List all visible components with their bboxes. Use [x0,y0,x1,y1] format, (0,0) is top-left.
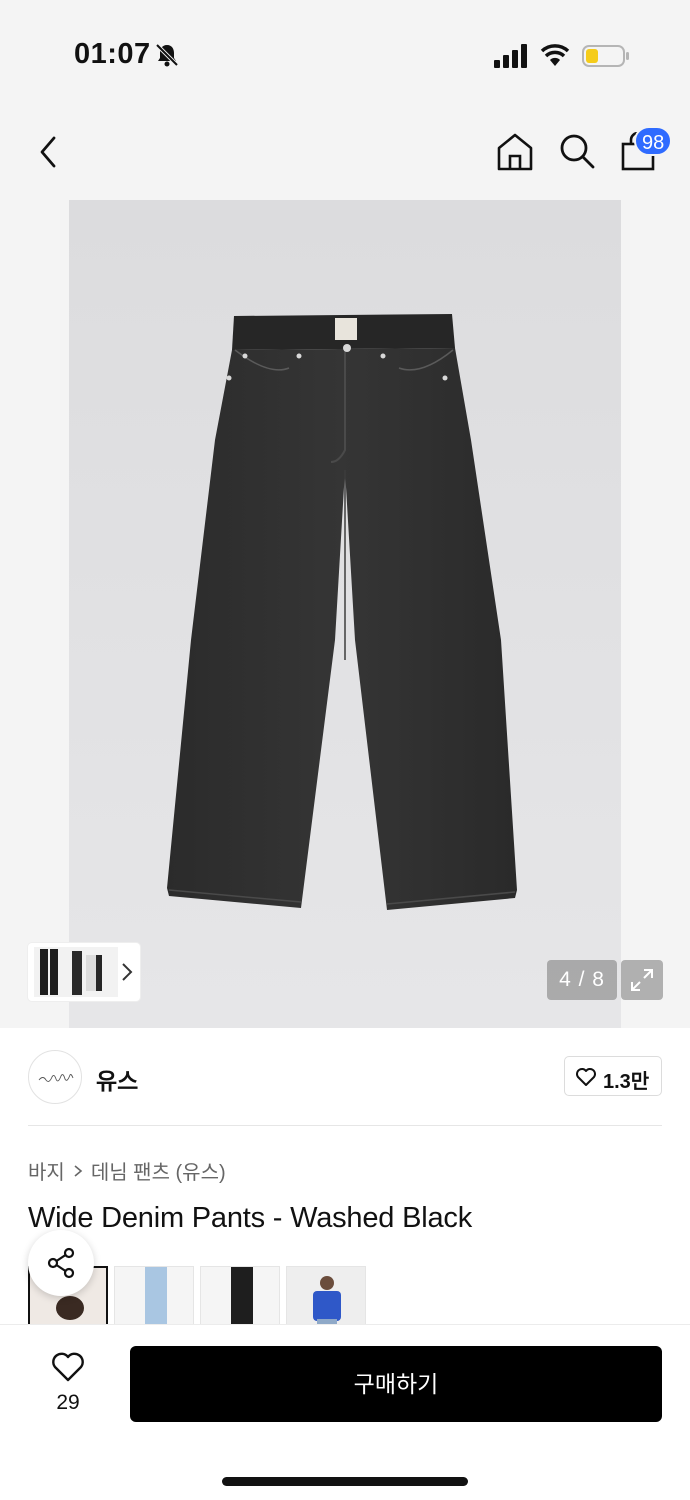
wishlist-count: 29 [56,1391,80,1414]
breadcrumb-subcategory[interactable]: 데님 팬츠 (유스) [91,1156,226,1185]
divider [28,1125,662,1126]
bell-slash-icon [155,43,179,67]
thumbnail-preview-image [34,947,118,997]
variant-image [115,1267,193,1324]
brand-row: 유스 1.3만 [0,1028,690,1126]
product-gallery[interactable]: 4 / 8 [0,200,690,1028]
brand-name[interactable]: 유스 [96,1062,138,1096]
chevron-right-icon [74,1164,83,1177]
gallery-thumbnail-strip[interactable] [28,943,140,1001]
buy-button[interactable]: 구매하기 [130,1346,662,1422]
share-icon [47,1247,75,1279]
cart-badge: 98 [634,126,673,156]
brand-logo-signature [38,1073,74,1082]
bottom-bar: 29 구매하기 [0,1324,690,1500]
share-button[interactable] [28,1230,94,1296]
battery-icon [582,45,629,67]
search-icon[interactable] [558,132,596,170]
variant-thumb-3[interactable] [200,1266,280,1324]
variant-thumb-4[interactable] [286,1266,366,1324]
wishlist-button[interactable]: 29 [40,1349,96,1419]
back-arrow-icon[interactable] [34,134,64,170]
signal-icon [494,44,527,68]
variant-thumb-2[interactable] [114,1266,194,1324]
brand-like-button[interactable]: 1.3만 [564,1056,662,1096]
home-indicator [222,1477,468,1486]
brand-logo[interactable] [28,1050,82,1104]
wifi-icon [540,44,570,66]
nav-header: 98 [0,110,690,200]
status-bar: 01:07 [0,0,690,110]
product-title: Wide Denim Pants - Washed Black [28,1202,472,1234]
variant-image [201,1267,279,1324]
breadcrumb: 바지 데님 팬츠 (유스) [28,1156,226,1185]
heart-icon [52,1352,84,1382]
page-indicator: 4 / 8 [547,960,617,1000]
expand-button[interactable] [621,960,663,1000]
home-icon[interactable] [496,132,534,172]
product-image[interactable] [69,200,621,1028]
variant-image [287,1267,365,1324]
breadcrumb-category[interactable]: 바지 [28,1156,65,1185]
heart-icon [576,1068,596,1086]
pants-image [167,314,517,910]
brand-like-count: 1.3만 [603,1071,650,1093]
chevron-right-icon [122,963,133,981]
expand-icon [631,969,653,991]
status-time: 01:07 [74,38,151,70]
